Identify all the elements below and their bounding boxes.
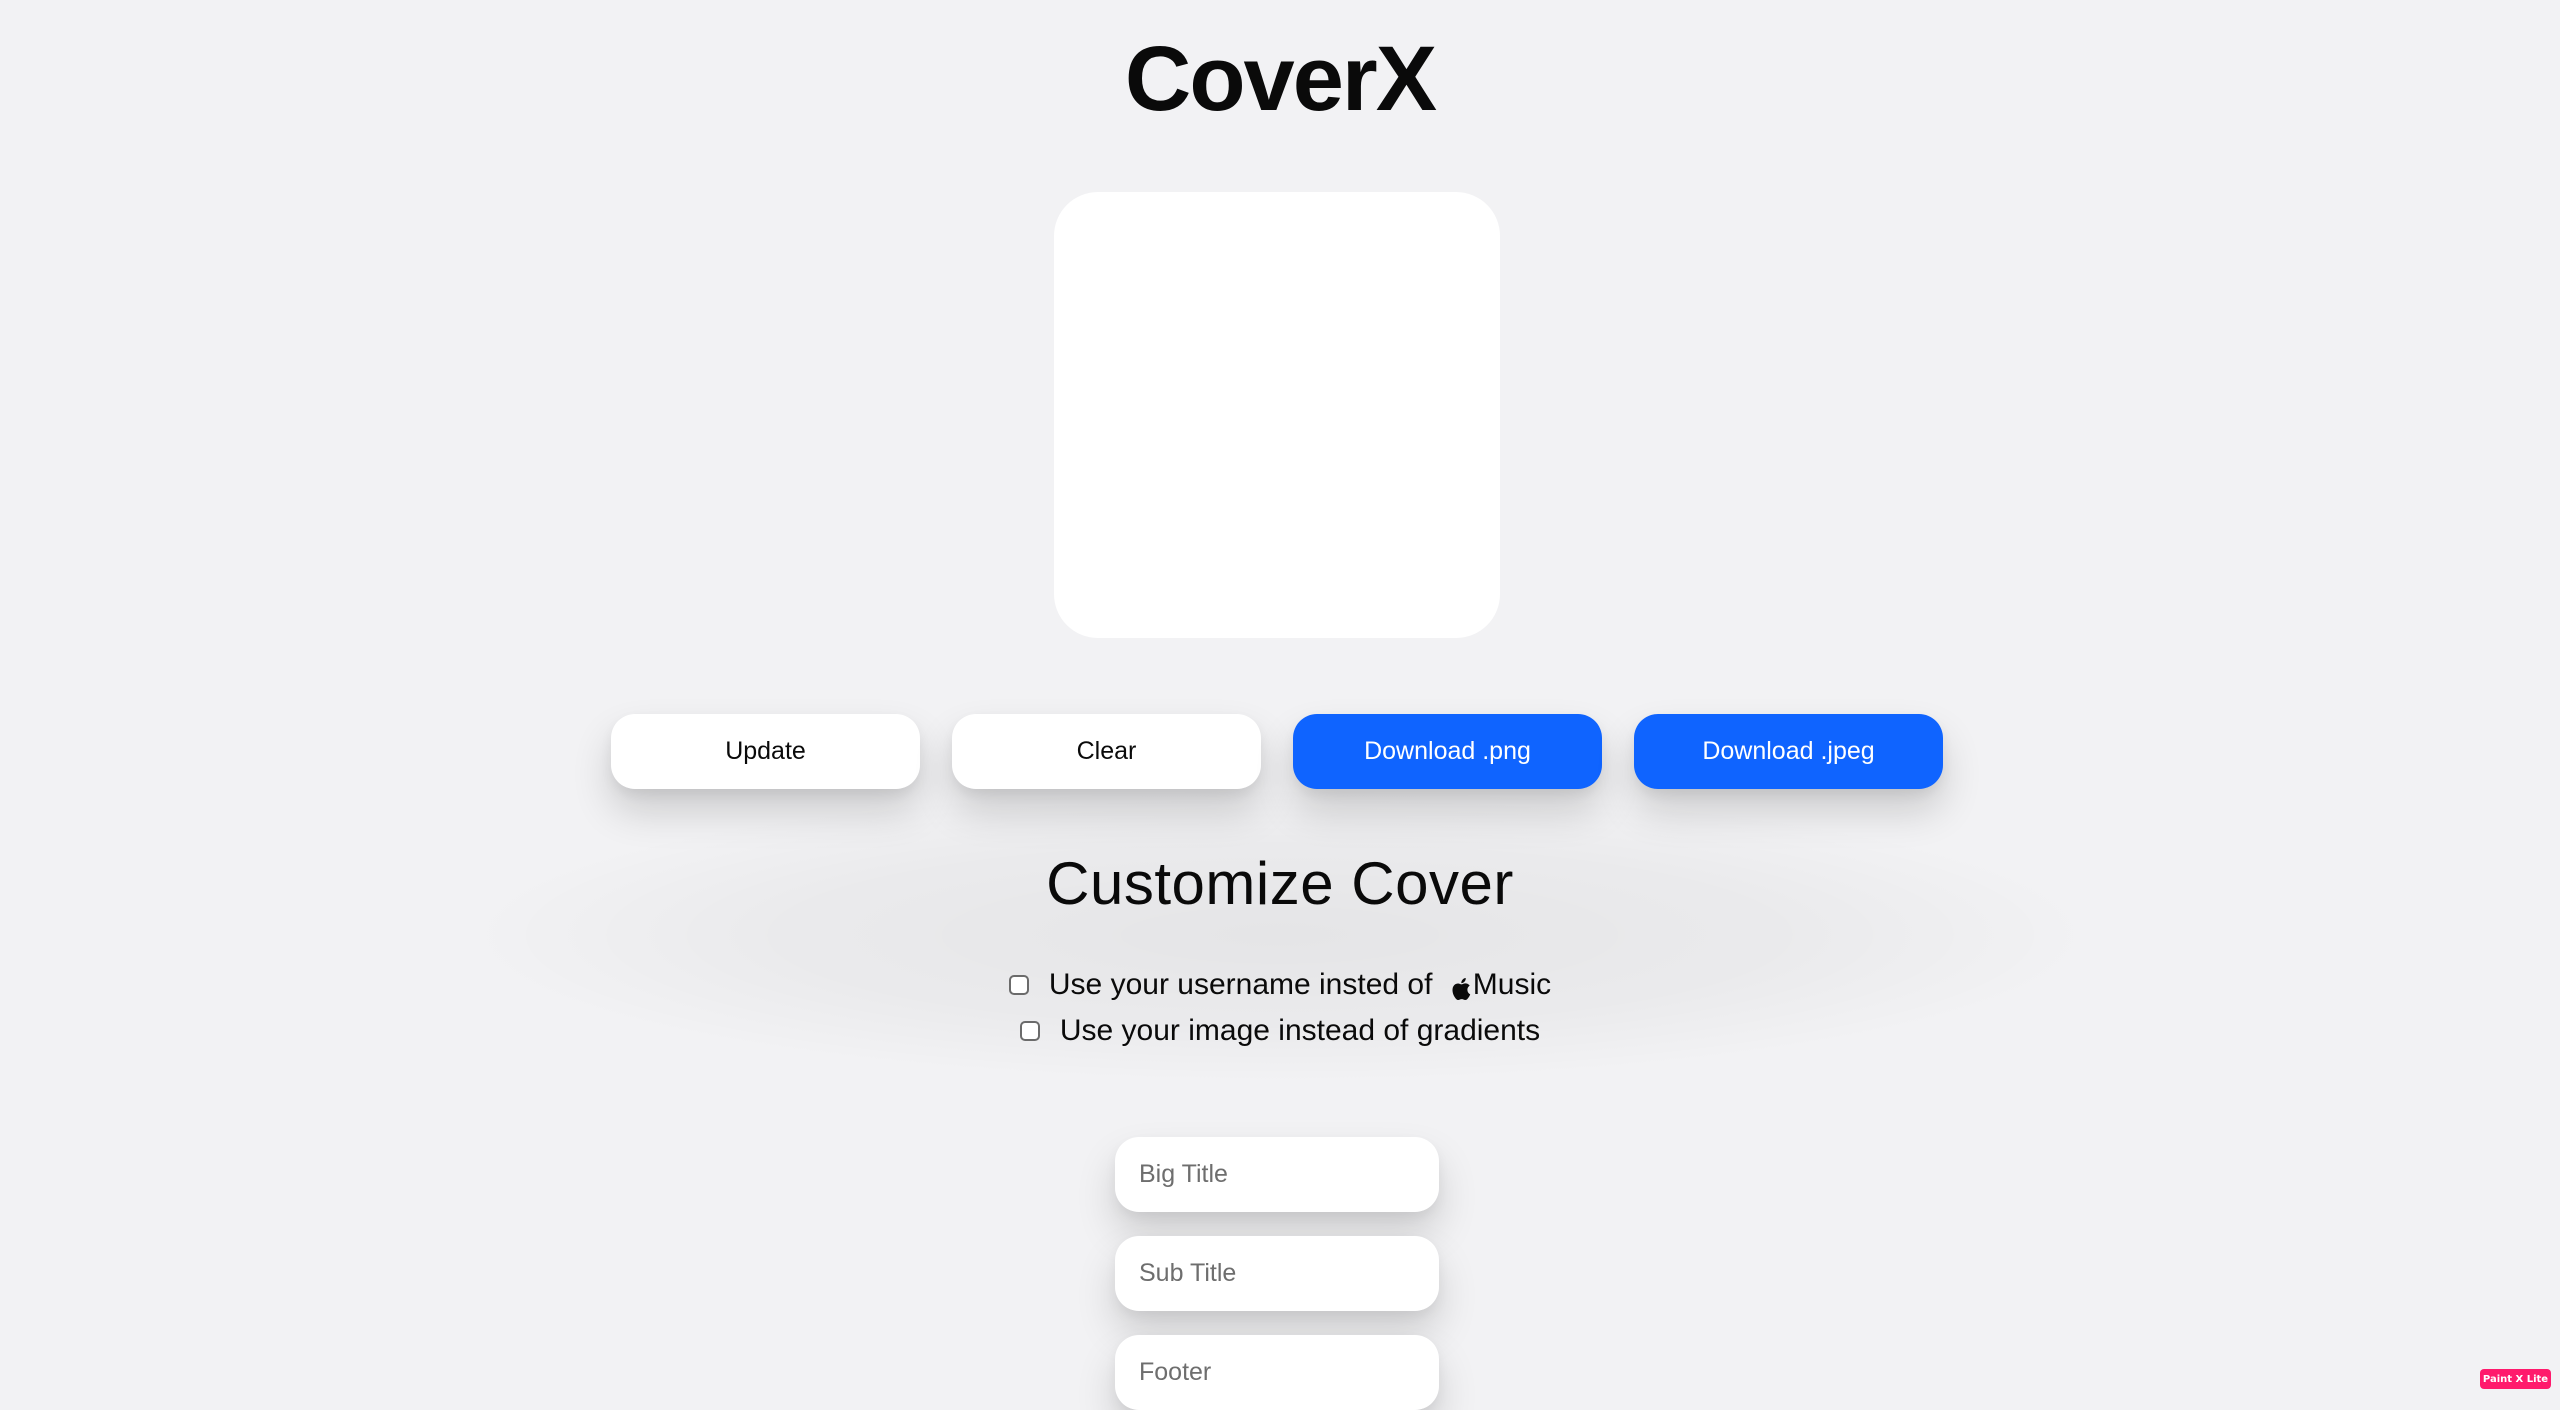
customize-options: Use your username insted of Music Use yo… — [0, 966, 2560, 1050]
apple-icon — [1451, 973, 1471, 1000]
option-username-instead-of-music[interactable]: Use your username insted of Music — [1008, 966, 1552, 1004]
sub-title-input[interactable] — [1115, 1236, 1439, 1311]
app-title: CoverX — [1124, 28, 1437, 130]
text-fields — [1115, 1137, 1439, 1410]
option-label-prefix: Use your username insted of — [1048, 968, 1441, 1001]
update-button[interactable]: Update — [611, 714, 920, 789]
image-checkbox[interactable] — [1019, 1021, 1040, 1041]
option-label: Use your image instead of gradients — [1059, 1014, 1541, 1047]
option-label-suffix: Music — [1472, 968, 1552, 1001]
customize-cover-heading: Customize Cover — [1046, 850, 1514, 917]
paint-x-lite-badge[interactable]: Paint X Lite — [2480, 1369, 2551, 1389]
big-title-input[interactable] — [1115, 1137, 1439, 1212]
download-png-button[interactable]: Download .png — [1293, 714, 1602, 789]
username-checkbox[interactable] — [1008, 975, 1029, 995]
action-toolbar: Update Clear Download .png Download .jpe… — [611, 714, 1943, 789]
download-jpeg-button[interactable]: Download .jpeg — [1634, 714, 1943, 789]
cover-preview — [1054, 192, 1500, 638]
option-image-instead-of-gradients[interactable]: Use your image instead of gradients — [1019, 1012, 1541, 1050]
clear-button[interactable]: Clear — [952, 714, 1261, 789]
